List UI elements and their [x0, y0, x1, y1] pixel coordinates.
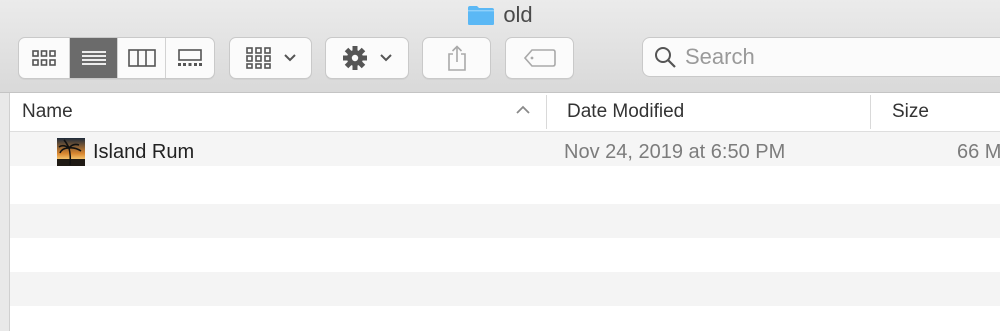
column-size-header[interactable]: Size [892, 93, 929, 131]
group-by-button[interactable] [229, 37, 312, 79]
search-icon [655, 47, 676, 68]
sort-ascending-icon [516, 105, 530, 114]
search-field[interactable] [642, 37, 1000, 77]
empty-row [10, 306, 1000, 331]
window-title: old [0, 1, 1000, 29]
column-divider[interactable] [870, 95, 871, 129]
column-header: Name Date Modified Size [10, 93, 1000, 132]
empty-row [10, 204, 1000, 238]
file-row[interactable]: Island Rum Nov 24, 2019 at 6:50 PM 66 M [10, 132, 1000, 166]
share-button[interactable] [422, 37, 491, 79]
icon-view-button[interactable] [19, 38, 70, 78]
share-icon [447, 45, 466, 71]
file-size: 66 M [957, 141, 1000, 163]
view-mode-control [18, 37, 215, 79]
window-title-text: old [503, 2, 533, 27]
list-view-icon [81, 51, 106, 65]
column-name-header[interactable]: Name [22, 93, 73, 131]
toolbar: old [0, 0, 1000, 93]
chevron-down-icon [283, 54, 296, 62]
icon-view-icon [32, 50, 56, 66]
image-thumbnail-icon [57, 138, 85, 166]
action-menu-button[interactable] [325, 37, 409, 79]
search-input[interactable] [685, 44, 985, 70]
empty-row [10, 170, 1000, 204]
column-date-header[interactable]: Date Modified [567, 93, 684, 131]
column-divider[interactable] [546, 95, 547, 129]
column-view-button[interactable] [118, 38, 166, 78]
file-date-modified: Nov 24, 2019 at 6:50 PM [564, 141, 786, 163]
tag-icon [523, 49, 556, 67]
file-name: Island Rum [93, 141, 195, 163]
column-view-icon [127, 49, 156, 67]
empty-row [10, 272, 1000, 306]
tag-button[interactable] [505, 37, 574, 79]
gear-icon [343, 46, 367, 70]
chevron-down-icon [380, 54, 392, 62]
window-edge [0, 93, 10, 331]
empty-row [10, 238, 1000, 272]
grid-group-icon [245, 47, 271, 69]
list-view-button[interactable] [70, 38, 118, 78]
gallery-view-button[interactable] [166, 38, 214, 78]
folder-icon [468, 6, 495, 25]
file-list: Island Rum Nov 24, 2019 at 6:50 PM 66 M [10, 132, 1000, 331]
gallery-view-icon [178, 49, 202, 66]
